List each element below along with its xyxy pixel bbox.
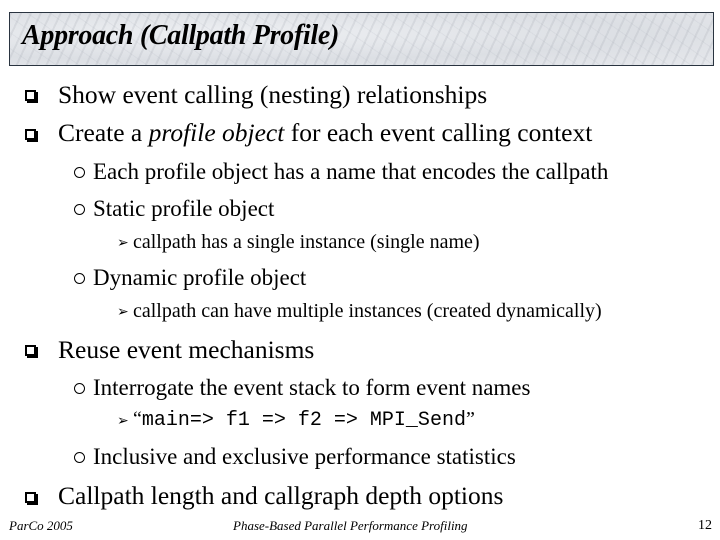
circle-bullet-icon [74,204,85,215]
arrow-bullet-icon: ➢ [117,236,129,251]
page-number: 12 [698,518,712,533]
footer-conference: ParCo 2005 [9,518,73,533]
bullet-create-profile-object: Create a profile object for each event c… [58,118,592,148]
bullet-callpath-length: Callpath length and callgraph depth opti… [58,481,504,510]
slide-title: Approach (Callpath Profile) [22,20,340,51]
footer-title: Phase-Based Parallel Performance Profili… [233,518,468,533]
code-text: main=> f1 => f2 => MPI_Send [141,409,466,432]
bullet-dynamic-profile: Dynamic profile object [93,265,307,290]
circle-bullet-icon [74,383,85,394]
emphasis-text: profile object [148,118,285,147]
bullet-show-event-calling: Show event calling (nesting) relationshi… [58,80,488,109]
circle-bullet-icon [74,273,85,284]
square-bullet-icon [25,129,36,140]
text-segment: for each event calling context [284,118,593,147]
quote-open: “ [133,408,142,430]
square-bullet-icon [25,492,36,503]
circle-bullet-icon [74,452,85,463]
text-segment: Create a [58,118,149,147]
bullet-interrogate-stack: Interrogate the event stack to form even… [93,375,531,400]
bullet-static-profile: Static profile object [93,196,275,221]
arrow-bullet-icon: ➢ [117,305,129,320]
square-bullet-icon [25,345,36,356]
arrow-bullet-icon: ➢ [117,414,129,429]
circle-bullet-icon [74,167,85,178]
bullet-reuse-event: Reuse event mechanisms [58,335,315,364]
quote-close: ” [465,408,475,430]
bullet-multiple-instances: callpath can have multiple instances (cr… [133,300,602,322]
bullet-inclusive-exclusive: Inclusive and exclusive performance stat… [93,444,516,469]
bullet-single-instance: callpath has a single instance (single n… [133,231,480,253]
square-bullet-icon [25,90,36,101]
bullet-profile-name: Each profile object has a name that enco… [93,159,609,184]
bullet-event-name-example: “main=> f1 => f2 => MPI_Send” [133,408,475,432]
